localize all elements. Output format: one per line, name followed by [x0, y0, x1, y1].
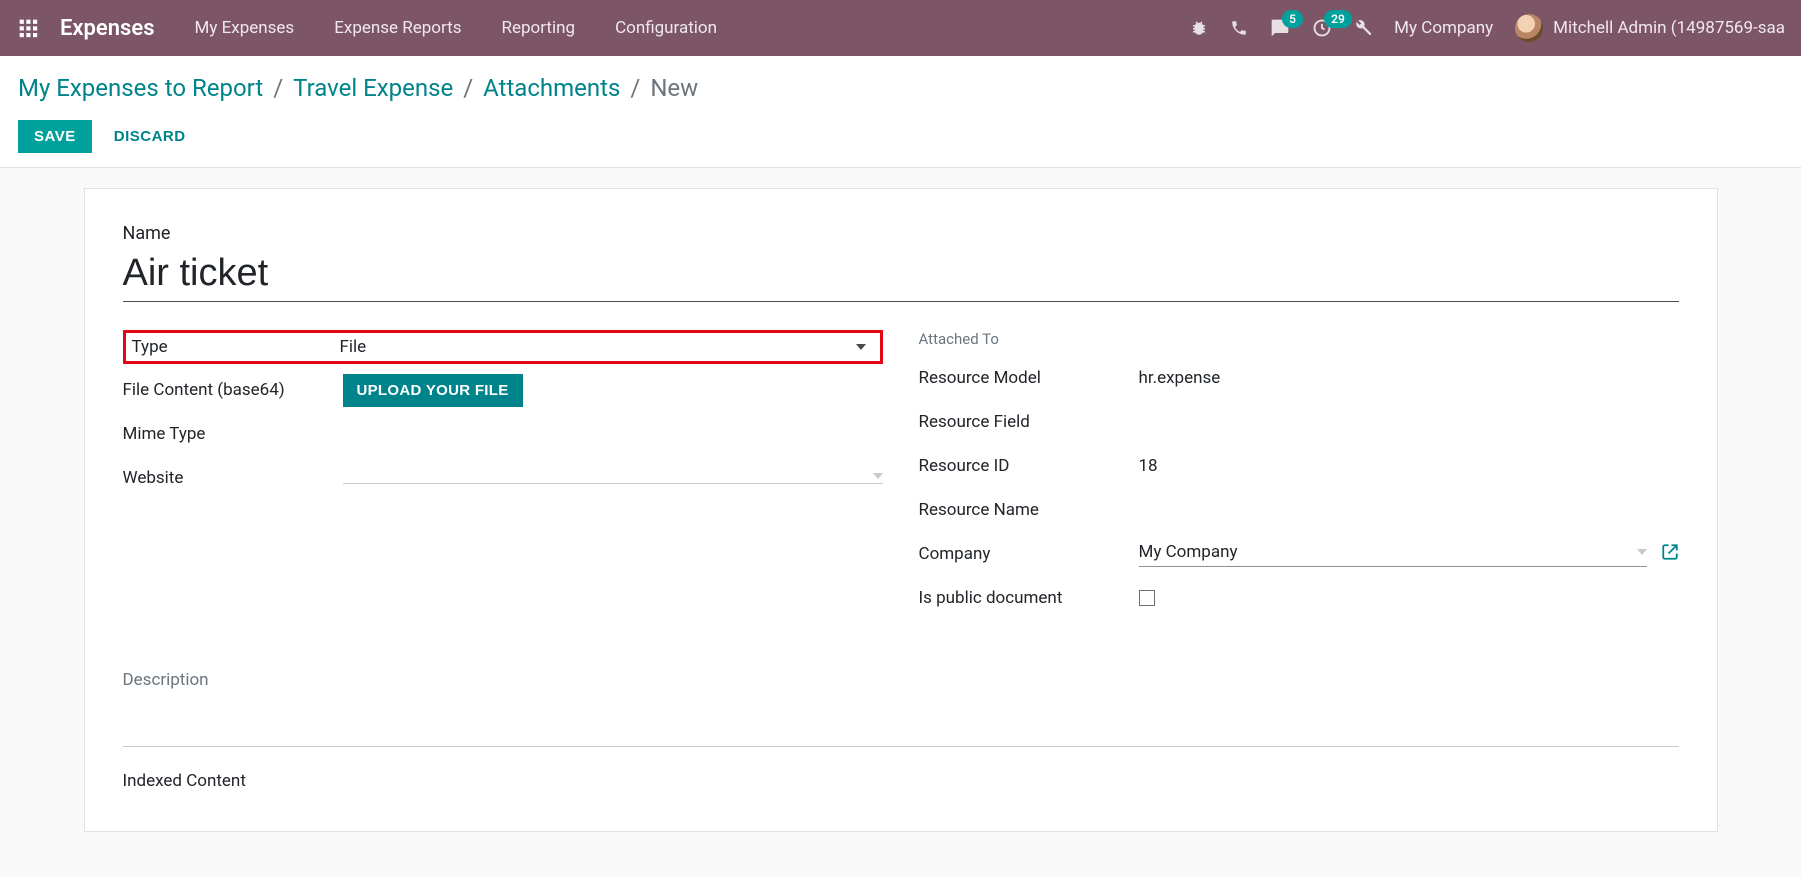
breadcrumb-link[interactable]: My Expenses to Report: [18, 74, 263, 102]
user-menu[interactable]: Mitchell Admin (14987569-saa: [1515, 14, 1785, 42]
attached-to-heading: Attached To: [919, 330, 1679, 348]
company-select[interactable]: My Company: [1139, 542, 1647, 567]
bug-icon[interactable]: [1190, 19, 1208, 37]
discard-button[interactable]: DISCARD: [114, 128, 186, 145]
resource-model-label: Resource Model: [919, 368, 1139, 388]
avatar: [1515, 14, 1543, 42]
messages-icon[interactable]: 5: [1270, 18, 1290, 38]
separator: [123, 746, 1679, 747]
right-column: Attached To Resource Model hr.expense Re…: [919, 330, 1679, 622]
action-bar: SAVE DISCARD: [18, 120, 1783, 153]
type-value: File: [340, 337, 367, 357]
nav-my-expenses[interactable]: My Expenses: [195, 18, 295, 38]
left-column: Type File File Content (base64) UPLOAD Y…: [123, 330, 883, 622]
external-link-icon[interactable]: [1661, 543, 1679, 565]
website-select[interactable]: [343, 473, 883, 484]
apps-icon[interactable]: [16, 16, 40, 40]
breadcrumb-link[interactable]: Travel Expense: [293, 74, 453, 102]
nav-configuration[interactable]: Configuration: [615, 18, 717, 38]
resource-name-label: Resource Name: [919, 500, 1139, 520]
nav-right: 5 29 My Company Mitchell Admin (14987569…: [1190, 14, 1785, 42]
upload-file-button[interactable]: UPLOAD YOUR FILE: [343, 374, 523, 407]
main-navbar: Expenses My Expenses Expense Reports Rep…: [0, 0, 1801, 56]
resource-model-value: hr.expense: [1139, 368, 1679, 388]
save-button[interactable]: SAVE: [18, 120, 92, 153]
company-label: Company: [919, 544, 1139, 564]
file-content-label: File Content (base64): [123, 380, 343, 400]
company-value: My Company: [1139, 542, 1238, 562]
resource-id-value: 18: [1139, 456, 1679, 476]
name-label: Name: [123, 223, 1679, 244]
breadcrumb-separator: /: [630, 74, 640, 102]
description-label: Description: [123, 670, 1679, 690]
indexed-content-label: Indexed Content: [123, 771, 1679, 791]
chevron-down-icon: [856, 344, 866, 350]
chevron-down-icon: [1637, 549, 1647, 555]
company-switcher[interactable]: My Company: [1394, 18, 1493, 38]
mime-type-label: Mime Type: [123, 424, 343, 444]
is-public-checkbox[interactable]: [1139, 590, 1155, 606]
user-name: Mitchell Admin (14987569-saa: [1553, 18, 1785, 38]
phone-icon[interactable]: [1230, 19, 1248, 37]
nav-reporting[interactable]: Reporting: [502, 18, 576, 38]
tools-icon[interactable]: [1354, 19, 1372, 37]
control-panel: My Expenses to Report / Travel Expense /…: [0, 56, 1801, 168]
nav-menu: My Expenses Expense Reports Reporting Co…: [195, 18, 718, 38]
name-input[interactable]: [123, 250, 1679, 302]
breadcrumb-link[interactable]: Attachments: [483, 74, 620, 102]
activities-icon[interactable]: 29: [1312, 18, 1332, 38]
breadcrumb-separator: /: [463, 74, 473, 102]
type-select[interactable]: File: [340, 337, 874, 357]
messages-badge: 5: [1282, 10, 1303, 28]
breadcrumb-current: New: [650, 74, 698, 102]
breadcrumb-separator: /: [273, 74, 283, 102]
breadcrumb: My Expenses to Report / Travel Expense /…: [18, 74, 1783, 102]
website-label: Website: [123, 468, 343, 488]
type-row-highlight: Type File: [123, 330, 883, 364]
resource-id-label: Resource ID: [919, 456, 1139, 476]
nav-expense-reports[interactable]: Expense Reports: [334, 18, 461, 38]
brand-title[interactable]: Expenses: [60, 16, 155, 41]
resource-field-label: Resource Field: [919, 412, 1139, 432]
type-label: Type: [132, 337, 340, 357]
is-public-label: Is public document: [919, 588, 1139, 608]
activities-badge: 29: [1324, 10, 1352, 28]
chevron-down-icon: [873, 473, 883, 479]
form-sheet: Name Type File File Content (base64) UPL…: [84, 188, 1718, 832]
